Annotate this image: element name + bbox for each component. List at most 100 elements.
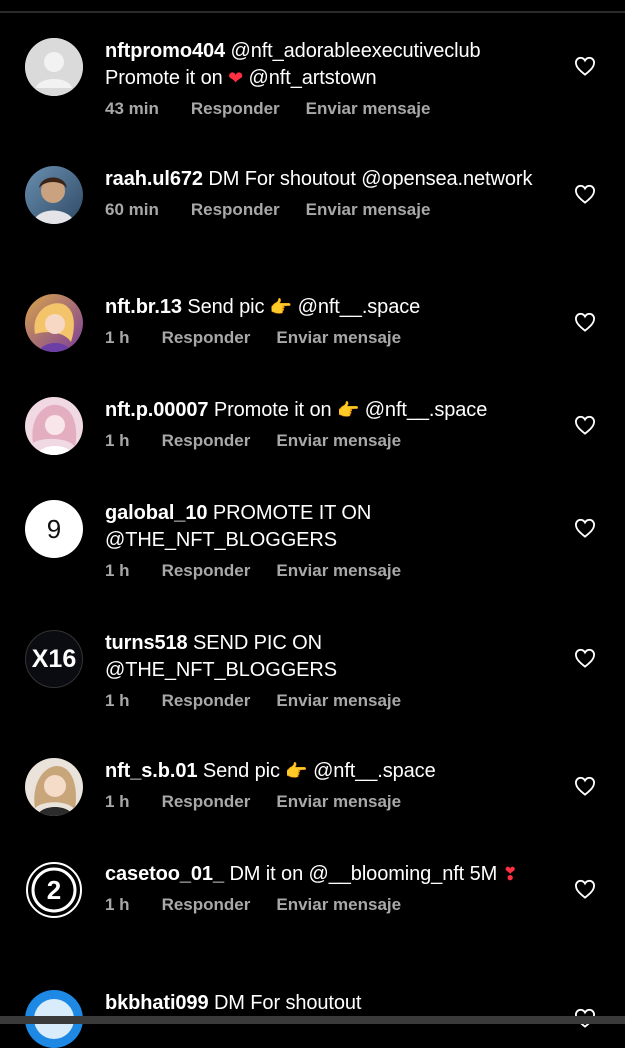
comment-text: galobal_10 PROMOTE IT ON @THE_NFT_BLOGGE… bbox=[105, 500, 550, 554]
comment-text-part: Promote it on bbox=[208, 399, 337, 421]
avatar-logo-text: X16 bbox=[31, 644, 77, 673]
avatar[interactable] bbox=[25, 166, 83, 224]
pointing-right-emoji-icon: 👉 bbox=[269, 297, 293, 318]
comment-text-part: @nft__.space bbox=[359, 399, 488, 421]
avatar[interactable]: 2 bbox=[25, 861, 83, 919]
send-message-button[interactable]: Enviar mensaje bbox=[306, 99, 431, 119]
avatar[interactable] bbox=[25, 397, 83, 455]
avatar-logo-text: 9 bbox=[46, 513, 62, 544]
comment-time: 1 h bbox=[105, 328, 130, 347]
like-heart-icon[interactable] bbox=[574, 312, 598, 334]
comment-text: nft_s.b.01 Send pic 👉 @nft__.space bbox=[105, 758, 550, 785]
comment-time: 1 h bbox=[105, 561, 130, 580]
pointing-right-emoji-icon: 👉 bbox=[285, 761, 308, 782]
comment-text-part: DM it on @__blooming_nft 5M bbox=[223, 863, 503, 885]
photo-avatar-icon bbox=[25, 294, 83, 352]
comment-username[interactable]: nft_s.b.01 bbox=[105, 760, 197, 782]
like-heart-icon[interactable] bbox=[574, 879, 598, 901]
photo-avatar-icon bbox=[25, 166, 83, 224]
avatar[interactable] bbox=[25, 38, 83, 96]
comment-text-part: @nft__.space bbox=[307, 760, 436, 782]
reply-button[interactable]: Responder bbox=[191, 99, 280, 119]
avatar[interactable] bbox=[25, 294, 83, 352]
send-message-button[interactable]: Enviar mensaje bbox=[276, 691, 401, 711]
comment-actions: 1 h Responder Enviar mensaje bbox=[105, 791, 550, 813]
bottom-bar bbox=[0, 1016, 625, 1024]
pointing-right-emoji-icon: 👉 bbox=[336, 400, 360, 421]
comment-text: turns518 SEND PIC ON @THE_NFT_BLOGGERS bbox=[105, 630, 550, 684]
comment-body: galobal_10 PROMOTE IT ON @THE_NFT_BLOGGE… bbox=[105, 500, 550, 582]
comment-username[interactable]: casetoo_01_ bbox=[105, 863, 224, 885]
comment-body: bkbhati099 DM For shoutout bbox=[105, 990, 550, 1017]
send-message-button[interactable]: Enviar mensaje bbox=[276, 328, 401, 348]
send-message-button[interactable]: Enviar mensaje bbox=[276, 431, 401, 451]
comment-body: nft.p.00007 Promote it on 👉 @nft__.space… bbox=[105, 397, 550, 452]
reply-button[interactable]: Responder bbox=[162, 328, 251, 348]
comment-username[interactable]: galobal_10 bbox=[105, 502, 207, 524]
comment-actions: 1 h Responder Enviar mensaje bbox=[105, 894, 550, 916]
reply-button[interactable]: Responder bbox=[191, 200, 280, 220]
like-heart-icon[interactable] bbox=[574, 776, 598, 798]
send-message-button[interactable]: Enviar mensaje bbox=[276, 792, 401, 812]
like-heart-icon[interactable] bbox=[574, 184, 598, 206]
comment-time: 1 h bbox=[105, 431, 130, 450]
comment-text-part: Send pic bbox=[181, 296, 270, 318]
like-heart-icon[interactable] bbox=[574, 415, 598, 437]
comment-username[interactable]: raah.ul672 bbox=[105, 168, 203, 190]
like-heart-icon[interactable] bbox=[574, 518, 598, 540]
comment-text-part: @nft__.space bbox=[292, 296, 421, 318]
comment-time: 43 min bbox=[105, 99, 159, 118]
comment-text-part: DM For shoutout @opensea.network bbox=[202, 168, 533, 190]
photo-avatar-icon bbox=[25, 758, 83, 816]
comment-actions: 1 h Responder Enviar mensaje bbox=[105, 690, 550, 712]
heart-emoji-icon: ❤ bbox=[228, 68, 244, 89]
comment-text-part: DM For shoutout bbox=[208, 992, 362, 1014]
like-heart-icon[interactable] bbox=[574, 648, 598, 670]
avatar-logo-text: 2 bbox=[46, 874, 62, 905]
comment-username[interactable]: nft.p.00007 bbox=[105, 399, 208, 421]
like-heart-icon[interactable] bbox=[574, 56, 598, 78]
comment-text: bkbhati099 DM For shoutout bbox=[105, 990, 550, 1017]
comment-body: nft_s.b.01 Send pic 👉 @nft__.space 1 h R… bbox=[105, 758, 550, 813]
send-message-button[interactable]: Enviar mensaje bbox=[276, 561, 401, 581]
comment-username[interactable]: bkbhati099 bbox=[105, 992, 209, 1014]
comment-text: nftpromo404 @nft_adorableexecutiveclub P… bbox=[105, 38, 550, 92]
comment-actions: 60 min Responder Enviar mensaje bbox=[105, 199, 550, 221]
comment-actions: 1 h Responder Enviar mensaje bbox=[105, 560, 550, 582]
avatar[interactable]: 9 bbox=[25, 500, 83, 558]
comment-list: nftpromo404 @nft_adorableexecutiveclub P… bbox=[0, 0, 625, 1048]
reply-button[interactable]: Responder bbox=[162, 691, 251, 711]
comment-text: raah.ul672 DM For shoutout @opensea.netw… bbox=[105, 166, 550, 193]
comment-text-part: Send pic bbox=[197, 760, 286, 782]
comment-username[interactable]: nftpromo404 bbox=[105, 40, 225, 62]
comment-actions: 43 min Responder Enviar mensaje bbox=[105, 98, 550, 120]
heart-exclamation-emoji-icon: ❣ bbox=[502, 864, 518, 885]
comment-time: 60 min bbox=[105, 200, 159, 219]
comment-body: casetoo_01_ DM it on @__blooming_nft 5M … bbox=[105, 861, 550, 916]
reply-button[interactable]: Responder bbox=[162, 895, 251, 915]
comment-text: casetoo_01_ DM it on @__blooming_nft 5M … bbox=[105, 861, 550, 888]
avatar[interactable] bbox=[25, 758, 83, 816]
comment-time: 1 h bbox=[105, 691, 130, 710]
comment-actions: 1 h Responder Enviar mensaje bbox=[105, 327, 550, 349]
send-message-button[interactable]: Enviar mensaje bbox=[306, 200, 431, 220]
comment-text-part: @nft_artstown bbox=[243, 67, 377, 89]
comment-body: nft.br.13 Send pic 👉 @nft__.space 1 h Re… bbox=[105, 294, 550, 349]
comment-body: raah.ul672 DM For shoutout @opensea.netw… bbox=[105, 166, 550, 221]
comment-text: nft.br.13 Send pic 👉 @nft__.space bbox=[105, 294, 550, 321]
comment-body: turns518 SEND PIC ON @THE_NFT_BLOGGERS 1… bbox=[105, 630, 550, 712]
photo-avatar-icon bbox=[25, 397, 83, 455]
reply-button[interactable]: Responder bbox=[162, 561, 251, 581]
reply-button[interactable]: Responder bbox=[162, 792, 251, 812]
comment-actions: 1 h Responder Enviar mensaje bbox=[105, 430, 550, 452]
comment-body: nftpromo404 @nft_adorableexecutiveclub P… bbox=[105, 38, 550, 120]
comment-username[interactable]: nft.br.13 bbox=[105, 296, 182, 318]
comment-time: 1 h bbox=[105, 895, 130, 914]
avatar[interactable]: X16 bbox=[25, 630, 83, 688]
comment-username[interactable]: turns518 bbox=[105, 632, 188, 654]
comment-time: 1 h bbox=[105, 792, 130, 811]
reply-button[interactable]: Responder bbox=[162, 431, 251, 451]
comment-text: nft.p.00007 Promote it on 👉 @nft__.space bbox=[105, 397, 550, 424]
send-message-button[interactable]: Enviar mensaje bbox=[276, 895, 401, 915]
default-avatar-icon bbox=[25, 38, 83, 96]
